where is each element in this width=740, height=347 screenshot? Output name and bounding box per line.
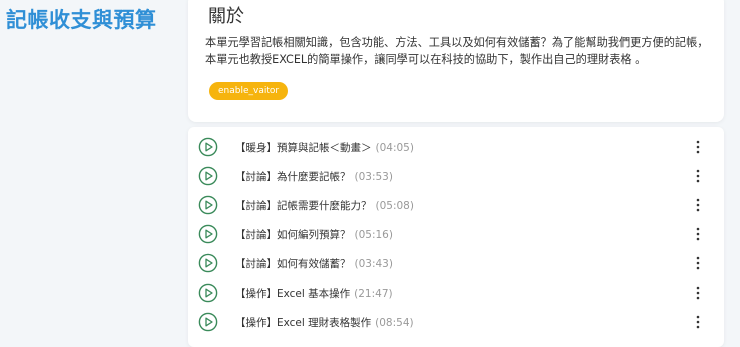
more-vertical-icon[interactable] bbox=[694, 285, 702, 301]
play-circle-icon[interactable] bbox=[198, 137, 218, 157]
lesson-item[interactable]: 【操作】Excel 理財表格製作 (08:54) bbox=[188, 308, 724, 337]
lesson-title[interactable]: 【討論】為什麼要記帳？ bbox=[235, 171, 351, 183]
lesson-label[interactable]: 【操作】Excel 理財表格製作 (08:54) bbox=[235, 315, 414, 330]
lesson-label[interactable]: 【操作】Excel 基本操作 (21:47) bbox=[235, 286, 393, 301]
lesson-duration: (03:43) bbox=[354, 258, 393, 270]
lesson-title[interactable]: 【討論】如何編列預算？ bbox=[235, 229, 351, 241]
play-circle-icon[interactable] bbox=[198, 166, 218, 186]
more-vertical-icon[interactable] bbox=[694, 168, 702, 184]
lesson-duration: (21:47) bbox=[354, 288, 393, 300]
about-card: 關於 本單元學習記帳相關知識，包含功能、方法、工具以及如何有效儲蓄？為了能幫助我… bbox=[188, 0, 724, 122]
more-vertical-icon[interactable] bbox=[694, 197, 702, 213]
tag-badge[interactable]: enable_vaitor bbox=[209, 82, 289, 100]
play-circle-icon[interactable] bbox=[198, 224, 218, 244]
lesson-item[interactable]: 【操作】Excel 基本操作 (21:47) bbox=[188, 279, 724, 308]
lesson-title[interactable]: 【討論】記帳需要什麼能力？ bbox=[235, 200, 372, 212]
about-description: 本單元學習記帳相關知識，包含功能、方法、工具以及如何有效儲蓄？為了能幫助我們更方… bbox=[205, 36, 709, 66]
lesson-duration: (03:53) bbox=[354, 171, 393, 183]
play-circle-icon[interactable] bbox=[198, 253, 218, 273]
more-vertical-icon[interactable] bbox=[694, 314, 702, 330]
lesson-label[interactable]: 【討論】記帳需要什麼能力？ (05:08) bbox=[235, 198, 414, 213]
play-circle-icon[interactable] bbox=[198, 312, 218, 332]
lesson-item[interactable]: 【討論】為什麼要記帳？ (03:53) bbox=[188, 162, 724, 191]
lesson-item[interactable]: 【討論】記帳需要什麼能力？ (05:08) bbox=[188, 191, 724, 220]
lesson-title[interactable]: 【暖身】預算與記帳＜動畫＞ bbox=[235, 142, 372, 154]
lesson-duration: (05:08) bbox=[375, 200, 414, 212]
lesson-title[interactable]: 【操作】Excel 理財表格製作 bbox=[235, 317, 371, 329]
lesson-label[interactable]: 【討論】如何有效儲蓄？ (03:43) bbox=[235, 256, 393, 271]
play-circle-icon[interactable] bbox=[198, 283, 218, 303]
more-vertical-icon[interactable] bbox=[694, 139, 702, 155]
lesson-duration: (04:05) bbox=[375, 142, 414, 154]
lesson-item[interactable]: 【暖身】預算與記帳＜動畫＞ (04:05) bbox=[188, 133, 724, 162]
lesson-item[interactable]: 【討論】如何有效儲蓄？ (03:43) bbox=[188, 249, 724, 278]
lesson-title[interactable]: 【討論】如何有效儲蓄？ bbox=[235, 258, 351, 270]
lesson-list: 【暖身】預算與記帳＜動畫＞ (04:05) 【討論】為什麼要記帳？ (03:53) … bbox=[188, 127, 724, 347]
lesson-duration: (08:54) bbox=[375, 317, 414, 329]
lesson-label[interactable]: 【暖身】預算與記帳＜動畫＞ (04:05) bbox=[235, 140, 414, 155]
about-heading: 關於 bbox=[208, 6, 244, 27]
more-vertical-icon[interactable] bbox=[694, 226, 702, 242]
lesson-label[interactable]: 【討論】如何編列預算？ (05:16) bbox=[235, 227, 393, 242]
lesson-item[interactable]: 【討論】如何編列預算？ (05:16) bbox=[188, 220, 724, 249]
lesson-title[interactable]: 【操作】Excel 基本操作 bbox=[235, 288, 350, 300]
course-title: 記帳收支與預算 bbox=[6, 8, 157, 32]
play-circle-icon[interactable] bbox=[198, 195, 218, 215]
more-vertical-icon[interactable] bbox=[694, 255, 702, 271]
lesson-label[interactable]: 【討論】為什麼要記帳？ (03:53) bbox=[235, 169, 393, 184]
lesson-duration: (05:16) bbox=[354, 229, 393, 241]
